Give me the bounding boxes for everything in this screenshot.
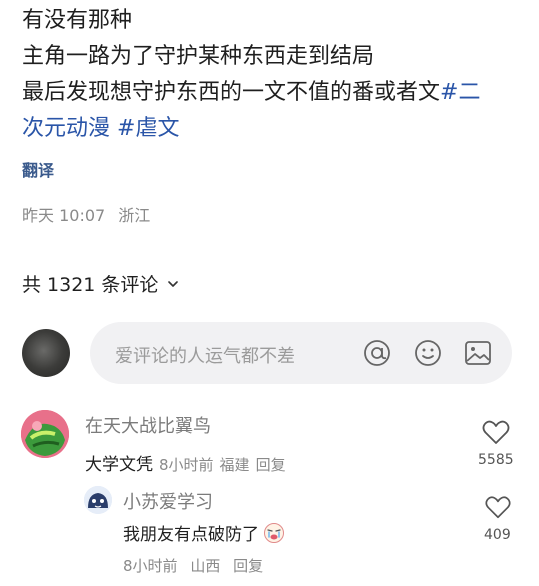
heart-icon[interactable] — [484, 493, 512, 521]
crying-emoji-icon — [264, 522, 284, 543]
commenter-avatar[interactable] — [21, 410, 69, 458]
post-line-3: 最后发现想守护东西的一文不值的番或者文#二 — [22, 75, 529, 111]
translate-button[interactable]: 翻译 — [22, 157, 54, 181]
comment-count-sort[interactable]: 共 1321 条评论 — [22, 270, 179, 297]
current-user-avatar[interactable] — [22, 329, 70, 377]
comment-input-placeholder: 爱评论的人运气都不差 — [115, 346, 295, 367]
comment-row: 大学文凭 8小时前 福建 回复 — [85, 450, 292, 475]
post-line-4: 次元动漫 #虐文 — [22, 111, 529, 147]
like-count: 5585 — [478, 452, 514, 468]
image-icon[interactable] — [463, 338, 493, 368]
reply-meta: 8小时前 山西 回复 — [123, 555, 271, 576]
reply-location: 山西 — [190, 557, 221, 575]
post-line-3-text: 最后发现想守护东西的一文不值的番或者文 — [22, 80, 441, 105]
post-line-1: 有没有那种 — [22, 8, 133, 33]
heart-icon[interactable] — [481, 417, 511, 447]
hashtag-link-continued[interactable]: 次元动漫 — [22, 116, 110, 141]
reply-time: 8小时前 — [123, 557, 178, 575]
emoji-icon[interactable] — [413, 338, 443, 368]
reply-commenter-avatar[interactable] — [84, 486, 112, 514]
reply-like-count: 409 — [484, 527, 511, 543]
comment-input[interactable]: 爱评论的人运气都不差 — [90, 322, 512, 384]
at-icon[interactable] — [362, 338, 392, 368]
post-time: 昨天 10:07 — [22, 206, 106, 225]
comment-time: 8小时前 — [159, 456, 214, 474]
reply-author[interactable]: 小苏爱学习 — [123, 488, 213, 514]
post-line-2: 主角一路为了守护某种东西走到结局 — [22, 44, 375, 69]
reply-text: 我朋友有点破防了 — [123, 525, 259, 545]
reply-button[interactable]: 回复 — [256, 456, 286, 474]
comment-count-label: 共 1321 条评论 — [22, 274, 159, 296]
post-meta: 昨天 10:07 浙江 — [22, 202, 158, 226]
reply-row: 我朋友有点破防了 — [123, 520, 285, 545]
hashtag-link[interactable]: #二 — [440, 80, 480, 105]
post-body: 有没有那种 主角一路为了守护某种东西走到结局 最后发现想守护东西的一文不值的番或… — [22, 3, 529, 147]
comment-author[interactable]: 在天大战比翼鸟 — [85, 412, 211, 438]
comment-meta: 8小时前 福建 回复 — [159, 454, 292, 475]
hashtag-link-nuewen[interactable]: #虐文 — [117, 116, 179, 141]
chevron-down-icon — [168, 280, 179, 287]
reply-reply-button[interactable]: 回复 — [233, 557, 263, 575]
post-location: 浙江 — [118, 206, 151, 225]
comment-location: 福建 — [219, 456, 250, 474]
comment-text: 大学文凭 — [85, 455, 153, 475]
